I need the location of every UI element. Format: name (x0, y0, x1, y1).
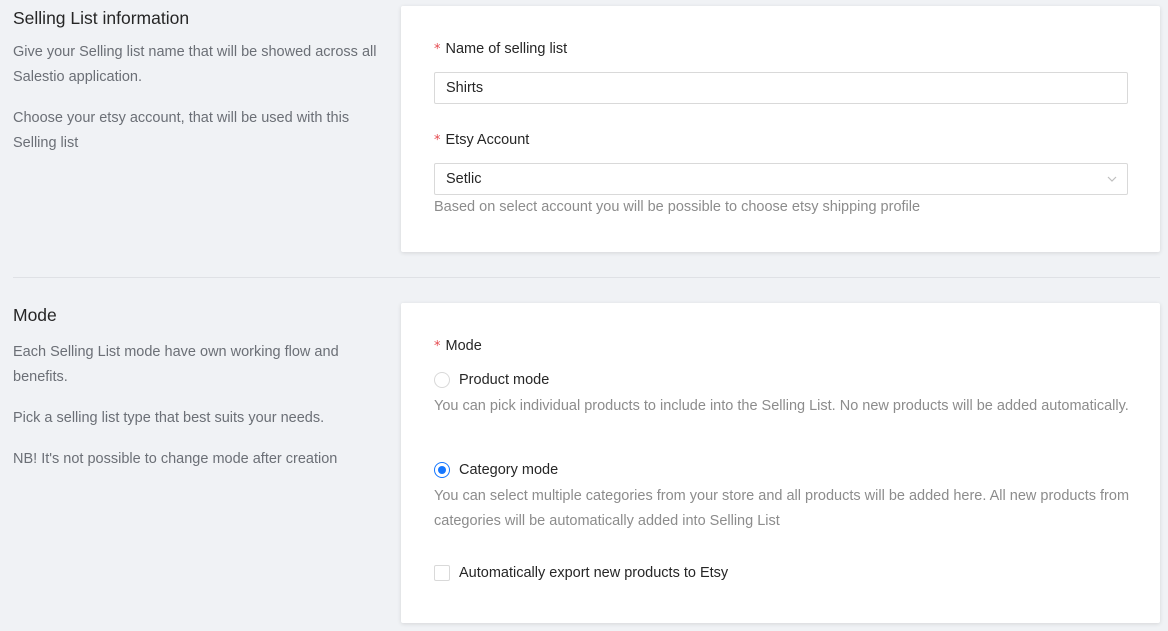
etsy-account-label: * Etsy Account (434, 132, 530, 148)
section-description: NB! It's not possible to change mode aft… (13, 451, 338, 467)
category-mode-radio[interactable]: Category mode (434, 462, 558, 478)
chevron-down-icon (1107, 176, 1117, 182)
mode-label: * Mode (434, 338, 482, 354)
radio-unchecked-icon[interactable] (434, 372, 450, 388)
name-input[interactable]: Shirts (434, 72, 1128, 104)
radio-label: Category mode (459, 462, 559, 478)
etsy-account-help: Based on select account you will be poss… (434, 199, 921, 215)
category-mode-help: You can select multiple categories from … (434, 488, 1130, 529)
info-column: Mode Each Selling List mode have own wor… (13, 305, 383, 472)
section-title: Mode (13, 305, 57, 325)
etsy-account-select[interactable]: Setlic (434, 163, 1128, 195)
required-mark: * (434, 133, 441, 148)
checkbox-label: Automatically export new products to Ets… (459, 565, 729, 581)
selling-list-info-section: Selling List information Give your Selli… (0, 0, 1168, 270)
etsy-account-value: Setlic (446, 171, 482, 187)
product-mode-help: You can pick individual products to incl… (434, 398, 1129, 414)
required-mark: * (434, 339, 441, 354)
section-description: Each Selling List mode have own working … (13, 344, 339, 385)
section-description: Give your Selling list name that will be… (13, 44, 377, 85)
mode-section: Mode Each Selling List mode have own wor… (0, 278, 1168, 631)
product-mode-radio[interactable]: Product mode (434, 372, 549, 388)
required-mark: * (434, 42, 441, 57)
section-description: Choose your etsy account, that will be u… (13, 110, 350, 151)
radio-label: Product mode (459, 372, 550, 388)
section-title: Selling List information (13, 8, 190, 28)
auto-export-checkbox[interactable]: Automatically export new products to Ets… (434, 565, 728, 581)
info-column: Selling List information Give your Selli… (13, 8, 383, 156)
mode-card: * Mode Product mode You can pick individu… (401, 303, 1160, 623)
name-label: * Name of selling list (434, 41, 568, 57)
section-description: Pick a selling list type that best suits… (13, 410, 325, 426)
checkbox-icon[interactable] (434, 565, 450, 581)
radio-checked-icon[interactable] (434, 462, 450, 478)
selling-list-info-card: * Name of selling list Shirts * Etsy Accou… (401, 6, 1160, 252)
